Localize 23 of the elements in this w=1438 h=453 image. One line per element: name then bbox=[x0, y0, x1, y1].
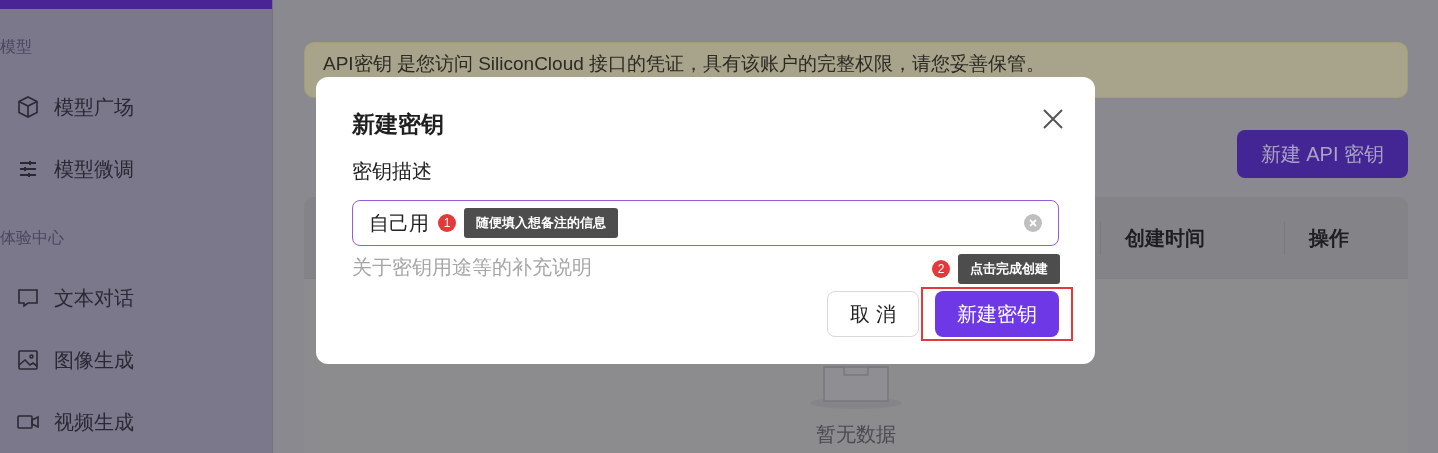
cube-icon bbox=[16, 95, 40, 120]
image-icon bbox=[16, 348, 40, 373]
new-api-key-button[interactable]: 新建 API 密钥 bbox=[1236, 130, 1408, 178]
field-label: 密钥描述 bbox=[352, 159, 432, 184]
input-box[interactable]: 自己用 1 随便填入想备注的信息 bbox=[352, 200, 1059, 246]
step-number: 2 bbox=[932, 260, 950, 278]
create-key-button[interactable]: 新建密钥 bbox=[935, 291, 1059, 337]
annotation-tooltip: 随便填入想备注的信息 bbox=[464, 208, 619, 238]
column-header: 操作 bbox=[1284, 220, 1408, 255]
dialog-title: 新建密钥 bbox=[352, 110, 444, 139]
column-header: 创建时间 bbox=[1100, 220, 1284, 255]
sidebar-item[interactable]: 图像生成 bbox=[0, 329, 272, 392]
close-button[interactable] bbox=[1041, 107, 1065, 131]
sidebar-item[interactable]: 模型广场 bbox=[0, 76, 272, 139]
sidebar-item[interactable]: 视频生成 bbox=[0, 391, 272, 453]
step-number: 1 bbox=[438, 214, 457, 232]
input-field[interactable]: 自己用 bbox=[369, 211, 431, 235]
sidebar-item[interactable]: 模型微调 bbox=[0, 138, 272, 201]
help-text: 关于密钥用途等的补充说明 bbox=[352, 255, 592, 280]
empty-text: 暂无数据 bbox=[816, 422, 896, 447]
annotation-tooltip: 点击完成创建 bbox=[958, 254, 1060, 284]
cancel-button[interactable]: 取 消 bbox=[827, 291, 919, 337]
sidebar-item[interactable]: 文本对话 bbox=[0, 267, 272, 330]
